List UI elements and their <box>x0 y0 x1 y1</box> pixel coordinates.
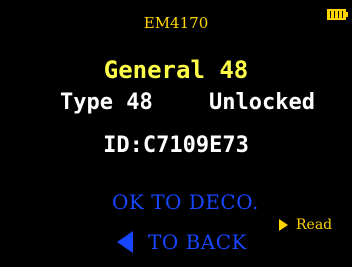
triangle-left-icon <box>117 231 133 253</box>
back-button[interactable]: TO BACK <box>117 230 247 254</box>
ok-to-decode-button[interactable]: OK TO DECO. <box>112 190 259 214</box>
card-type-label: Type 48 <box>60 90 153 115</box>
device-screen: EM4170 General 48 Type 48 Unlocked ID:C7… <box>0 0 352 267</box>
back-button-label: TO BACK <box>148 230 247 254</box>
read-button-label: Read <box>296 217 333 233</box>
card-id-label: ID:C7109E73 <box>103 133 249 158</box>
card-title: General 48 <box>103 56 249 84</box>
tag-type-label: EM4170 <box>143 14 209 32</box>
battery-full-icon <box>327 9 348 20</box>
lock-status-label: Unlocked <box>209 90 315 115</box>
read-button[interactable]: Read <box>279 217 332 233</box>
triangle-right-icon <box>279 219 288 231</box>
